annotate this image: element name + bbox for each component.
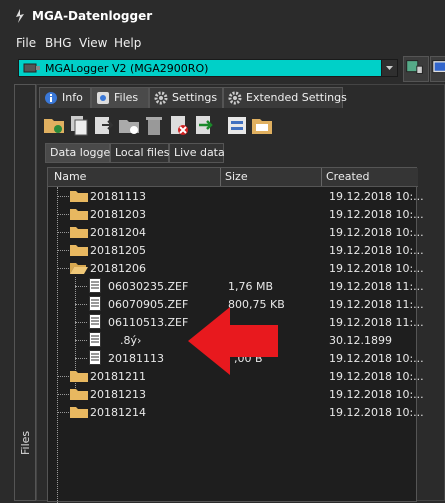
- table-row[interactable]: 20181206 19.12.2018 10:...: [48, 259, 424, 277]
- folder-icon: [70, 389, 88, 400]
- folder-icon: [70, 227, 88, 238]
- logger-device-icon: [23, 63, 40, 73]
- gear-icon: [154, 91, 168, 105]
- folder-tree-button[interactable]: [226, 113, 248, 137]
- folder-icon: [70, 371, 88, 382]
- folder-icon: [70, 245, 88, 256]
- main-panel: Info Files Settings Extended Settings Da…: [36, 84, 445, 503]
- file-icon: [89, 296, 101, 311]
- file-icon: [89, 278, 101, 293]
- tab-extended-settings[interactable]: Extended Settings: [223, 87, 347, 108]
- table-header: Name Size Created: [48, 168, 418, 187]
- tab-files[interactable]: Files: [91, 87, 149, 108]
- subtab-local-files[interactable]: Local files: [110, 143, 170, 163]
- column-header-name[interactable]: Name: [54, 170, 86, 183]
- delete-button[interactable]: [143, 113, 165, 137]
- device-select-value: MGALogger V2 (MGA2900RO): [45, 62, 209, 75]
- column-header-created[interactable]: Created: [326, 170, 370, 183]
- device-row: MGALogger V2 (MGA2900RO): [14, 56, 445, 84]
- monitor-button[interactable]: [430, 56, 445, 82]
- file-icon: [89, 332, 101, 347]
- table-row[interactable]: 20181203 19.12.2018 10:...: [48, 205, 424, 223]
- menu-view[interactable]: View: [79, 36, 107, 50]
- column-header-size[interactable]: Size: [225, 170, 248, 183]
- folder-icon: [70, 191, 88, 202]
- files-icon: [97, 92, 109, 104]
- move-button[interactable]: [93, 113, 115, 137]
- chevron-down-icon[interactable]: [381, 60, 397, 76]
- copy-button[interactable]: [68, 113, 90, 137]
- open-folder-icon: [70, 263, 88, 274]
- file-icon: [89, 314, 101, 329]
- app-logo-icon: [16, 9, 24, 23]
- menu-bhg[interactable]: BHG: [45, 36, 72, 50]
- side-panel-label: Files: [19, 430, 32, 455]
- title-bar: MGA-Datenlogger: [0, 0, 445, 32]
- window-title: MGA-Datenlogger: [32, 9, 153, 23]
- file-icon: [89, 350, 101, 365]
- device-select[interactable]: MGALogger V2 (MGA2900RO): [18, 59, 398, 77]
- table-row[interactable]: 06030235.ZEF 1,76 MB 19.12.2018 11:...: [48, 277, 424, 295]
- table-row[interactable]: 20181204 19.12.2018 10:...: [48, 223, 424, 241]
- connect-device-button[interactable]: [403, 56, 429, 82]
- table-row[interactable]: 20181213 19.12.2018 10:...: [48, 385, 424, 403]
- menu-bar: File BHG View Help: [0, 32, 445, 54]
- table-row[interactable]: 20181214 19.12.2018 10:...: [48, 403, 424, 421]
- table-row[interactable]: 20181113 19.12.2018 10:...: [48, 187, 424, 205]
- table-row[interactable]: 20181205 19.12.2018 10:...: [48, 241, 424, 259]
- menu-file[interactable]: File: [16, 36, 36, 50]
- menu-help[interactable]: Help: [114, 36, 141, 50]
- subtab-data-logger[interactable]: Data logger: [45, 143, 115, 163]
- red-arrow-annotation: [188, 307, 278, 375]
- tab-info[interactable]: Info: [39, 87, 91, 108]
- side-panel-tab[interactable]: Files: [14, 84, 36, 501]
- export-button[interactable]: [193, 113, 215, 137]
- new-folder-button[interactable]: [118, 113, 140, 137]
- gear-icon: [228, 91, 242, 105]
- subtab-live-data[interactable]: Live data: [169, 143, 225, 163]
- open-folder-button[interactable]: [251, 113, 273, 137]
- tab-settings[interactable]: Settings: [149, 87, 223, 108]
- folder-icon: [70, 209, 88, 220]
- files-toolbar: [41, 113, 441, 141]
- folder-icon: [70, 407, 88, 418]
- delete-file-button[interactable]: [168, 113, 190, 137]
- refresh-folder-button[interactable]: [43, 113, 65, 137]
- info-icon: [45, 92, 57, 104]
